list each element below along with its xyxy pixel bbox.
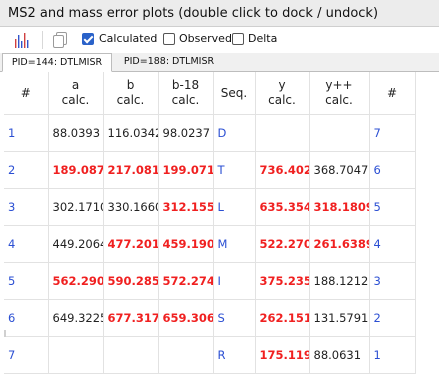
- table-row[interactable]: 6649.3225677.3175659.3069S262.1510131.57…: [4, 299, 416, 337]
- cell-b18-calc[interactable]: 199.0713: [158, 151, 214, 189]
- cell-b-calc[interactable]: 116.0342: [103, 114, 159, 152]
- cell-b18-calc[interactable]: 312.1554: [158, 188, 214, 226]
- cell-index[interactable]: 3: [4, 188, 49, 226]
- cell-b-calc[interactable]: 590.2854: [103, 262, 159, 300]
- cell-a-calc[interactable]: 449.2064: [48, 225, 104, 263]
- cell-ypp-calc[interactable]: 318.1809: [309, 188, 370, 226]
- cell-index[interactable]: 1: [4, 114, 49, 152]
- table-row[interactable]: 1 88.0393 116.0342 98.0237 D 7: [4, 114, 416, 152]
- table-header-row: # a calc. b calc. b-18 calc. Seq. y calc. y+…: [4, 72, 416, 115]
- cell-y-calc[interactable]: [255, 114, 310, 152]
- cell-y-calc[interactable]: 262.1510: [255, 299, 310, 337]
- cell-a-calc[interactable]: 88.0393: [48, 114, 104, 152]
- cell-index-rev[interactable]: 2: [369, 299, 416, 337]
- observed-label[interactable]: Observed: [179, 31, 232, 47]
- table-row[interactable]: 4449.2064477.2014459.1908M522.2704261.63…: [4, 225, 416, 263]
- cell-b18-calc[interactable]: 98.0237: [158, 114, 214, 152]
- cell-ypp-calc[interactable]: 261.6389: [309, 225, 370, 263]
- left-edge-divider: [4, 330, 6, 337]
- cell-seq[interactable]: M: [213, 225, 256, 263]
- copy-icon[interactable]: [52, 31, 68, 53]
- cell-b-calc[interactable]: 330.1660: [103, 188, 159, 226]
- col-header-seq[interactable]: Seq.: [213, 72, 256, 115]
- col-header-ypp-calc[interactable]: y++ calc.: [309, 72, 370, 115]
- cell-index-rev[interactable]: 3: [369, 262, 416, 300]
- col-header-y-calc[interactable]: y calc.: [255, 72, 310, 115]
- observed-checkbox[interactable]: [163, 33, 175, 45]
- cell-index-rev[interactable]: 6: [369, 151, 416, 189]
- cell-b18-calc[interactable]: 572.2749: [158, 262, 214, 300]
- table-row[interactable]: 3302.1710330.1660312.1554L635.3545318.18…: [4, 188, 416, 226]
- table-row[interactable]: 2189.0870217.0819199.0713T736.4022368.70…: [4, 151, 416, 189]
- cell-a-calc[interactable]: 649.3225: [48, 299, 104, 337]
- cell-y-calc[interactable]: 522.2704: [255, 225, 310, 263]
- cell-b-calc[interactable]: 677.3175: [103, 299, 159, 337]
- tab-pid-144[interactable]: PID=144: DTLMISR: [2, 53, 112, 72]
- cell-ypp-calc[interactable]: [309, 114, 370, 152]
- cell-b18-calc[interactable]: [158, 336, 214, 374]
- calculated-checkbox[interactable]: [82, 33, 94, 45]
- cell-seq[interactable]: T: [213, 151, 256, 189]
- delta-checkbox[interactable]: [232, 33, 244, 45]
- cell-ypp-calc[interactable]: 368.7047: [309, 151, 370, 189]
- cell-b-calc[interactable]: 217.0819: [103, 151, 159, 189]
- calculated-label[interactable]: Calculated: [99, 31, 157, 47]
- fragment-ion-table: # a calc. b calc. b-18 calc. Seq. y calc. y+…: [4, 72, 416, 374]
- cell-ypp-calc[interactable]: 188.1212: [309, 262, 370, 300]
- cell-index[interactable]: 4: [4, 225, 49, 263]
- tab-pid-188[interactable]: PID=188: DTLMISR: [114, 53, 224, 72]
- cell-seq[interactable]: D: [213, 114, 256, 152]
- cell-b18-calc[interactable]: 459.1908: [158, 225, 214, 263]
- cell-seq[interactable]: S: [213, 299, 256, 337]
- cell-a-calc[interactable]: [48, 336, 104, 374]
- cell-index-rev[interactable]: 7: [369, 114, 416, 152]
- tab-label: PID=188: DTLMISR: [123, 56, 215, 67]
- cell-b-calc[interactable]: [103, 336, 159, 374]
- toolbar: Calculated Observed Delta: [0, 27, 439, 53]
- delta-label[interactable]: Delta: [248, 31, 277, 47]
- cell-index[interactable]: 6: [4, 299, 49, 337]
- cell-ypp-calc[interactable]: 131.5791: [309, 299, 370, 337]
- cell-y-calc[interactable]: 635.3545: [255, 188, 310, 226]
- cell-y-calc[interactable]: 736.4022: [255, 151, 310, 189]
- cell-b18-calc[interactable]: 659.3069: [158, 299, 214, 337]
- col-header-index[interactable]: #: [4, 72, 49, 115]
- cell-a-calc[interactable]: 302.1710: [48, 188, 104, 226]
- cell-y-calc[interactable]: 175.1190: [255, 336, 310, 374]
- table-row[interactable]: 5562.2905590.2854572.2749I375.2350188.12…: [4, 262, 416, 300]
- cell-seq[interactable]: L: [213, 188, 256, 226]
- cell-a-calc[interactable]: 562.2905: [48, 262, 104, 300]
- cell-index-rev[interactable]: 4: [369, 225, 416, 263]
- cell-index-rev[interactable]: 5: [369, 188, 416, 226]
- cell-index[interactable]: 7: [4, 336, 49, 374]
- tab-label: PID=144: DTLMISR: [11, 57, 103, 68]
- table-row[interactable]: 7 R175.119088.06311: [4, 336, 416, 374]
- cell-seq[interactable]: I: [213, 262, 256, 300]
- cell-seq[interactable]: R: [213, 336, 256, 374]
- tab-bar: PID=144: DTLMISR PID=188: DTLMISR: [0, 53, 439, 72]
- cell-y-calc[interactable]: 375.2350: [255, 262, 310, 300]
- cell-b-calc[interactable]: 477.2014: [103, 225, 159, 263]
- col-header-b-calc[interactable]: b calc.: [103, 72, 159, 115]
- cell-index[interactable]: 2: [4, 151, 49, 189]
- bar-chart-icon[interactable]: [14, 31, 30, 53]
- toolbar-separator: [42, 31, 43, 49]
- cell-a-calc[interactable]: 189.0870: [48, 151, 104, 189]
- cell-ypp-calc[interactable]: 88.0631: [309, 336, 370, 374]
- window-title-bar[interactable]: MS2 and mass error plots (double click t…: [0, 0, 439, 27]
- cell-index[interactable]: 5: [4, 262, 49, 300]
- col-header-a-calc[interactable]: a calc.: [48, 72, 104, 115]
- cell-index-rev[interactable]: 1: [369, 336, 416, 374]
- window-title: MS2 and mass error plots (double click t…: [8, 6, 379, 21]
- col-header-b18-calc[interactable]: b-18 calc.: [158, 72, 214, 115]
- col-header-index-rev[interactable]: #: [369, 72, 416, 115]
